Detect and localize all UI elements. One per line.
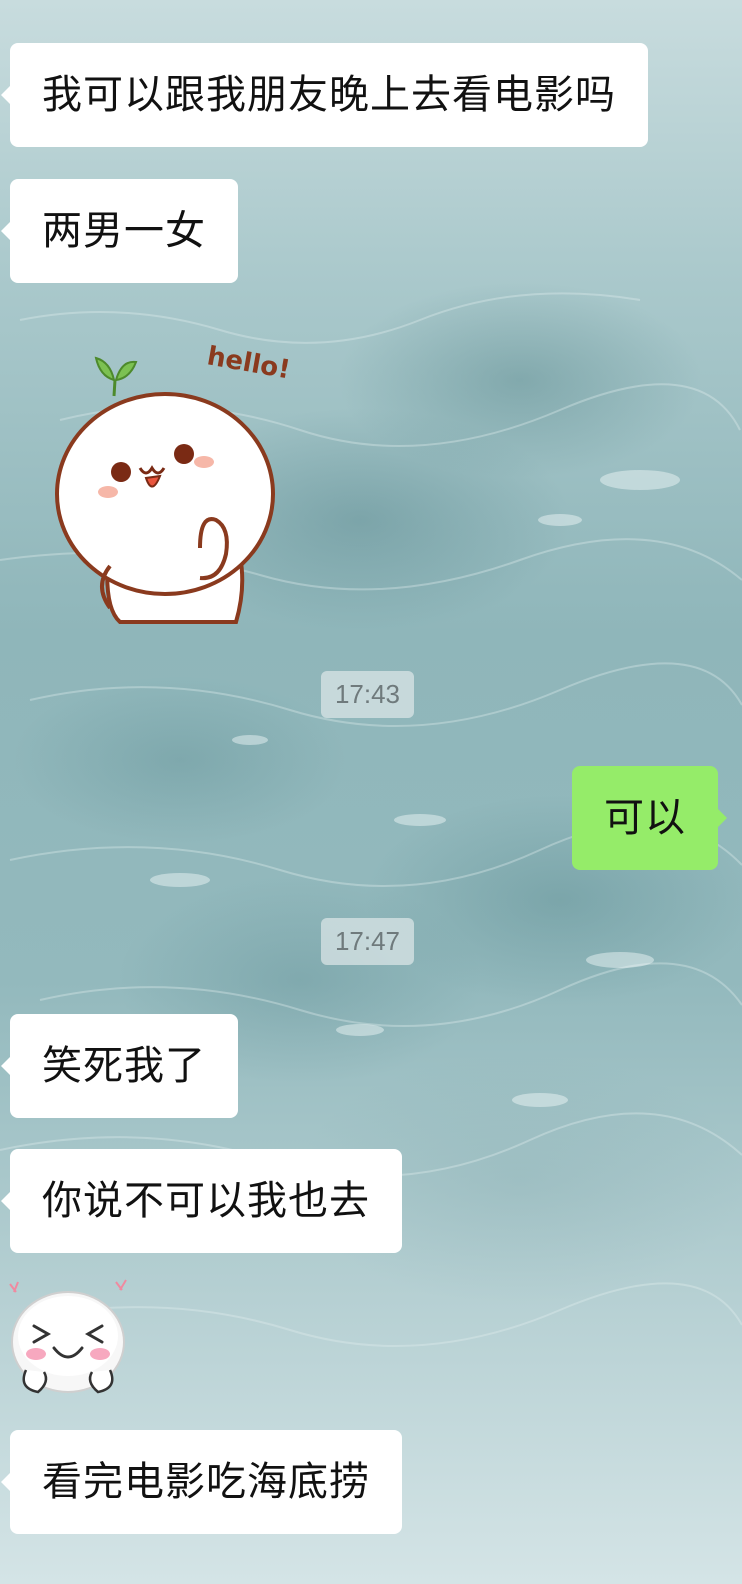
message-text: 看完电影吃海底捞 bbox=[42, 1459, 370, 1505]
message-text: 可以 bbox=[604, 795, 686, 841]
message-text: 两男一女 bbox=[42, 208, 206, 254]
message-bubble-incoming[interactable]: 笑死我了 bbox=[1, 1014, 238, 1118]
message-text: 笑死我了 bbox=[42, 1043, 206, 1089]
sticker-caption: hello! bbox=[205, 341, 293, 385]
timestamp-label: 17:47 bbox=[321, 918, 414, 965]
laughing-face-sticker[interactable] bbox=[4, 1276, 132, 1400]
message-bubble-incoming[interactable]: 我可以跟我朋友晚上去看电影吗 bbox=[1, 43, 648, 147]
message-bubble-outgoing[interactable]: 可以 bbox=[572, 766, 727, 870]
message-text: 你说不可以我也去 bbox=[42, 1178, 370, 1224]
message-bubble-incoming[interactable]: 你说不可以我也去 bbox=[1, 1149, 402, 1253]
hello-sprout-sticker[interactable]: hello! bbox=[50, 318, 312, 628]
message-text: 我可以跟我朋友晚上去看电影吗 bbox=[42, 72, 616, 118]
message-bubble-incoming[interactable]: 看完电影吃海底捞 bbox=[1, 1430, 402, 1534]
message-bubble-incoming[interactable]: 两男一女 bbox=[1, 179, 238, 283]
timestamp-label: 17:43 bbox=[321, 671, 414, 718]
